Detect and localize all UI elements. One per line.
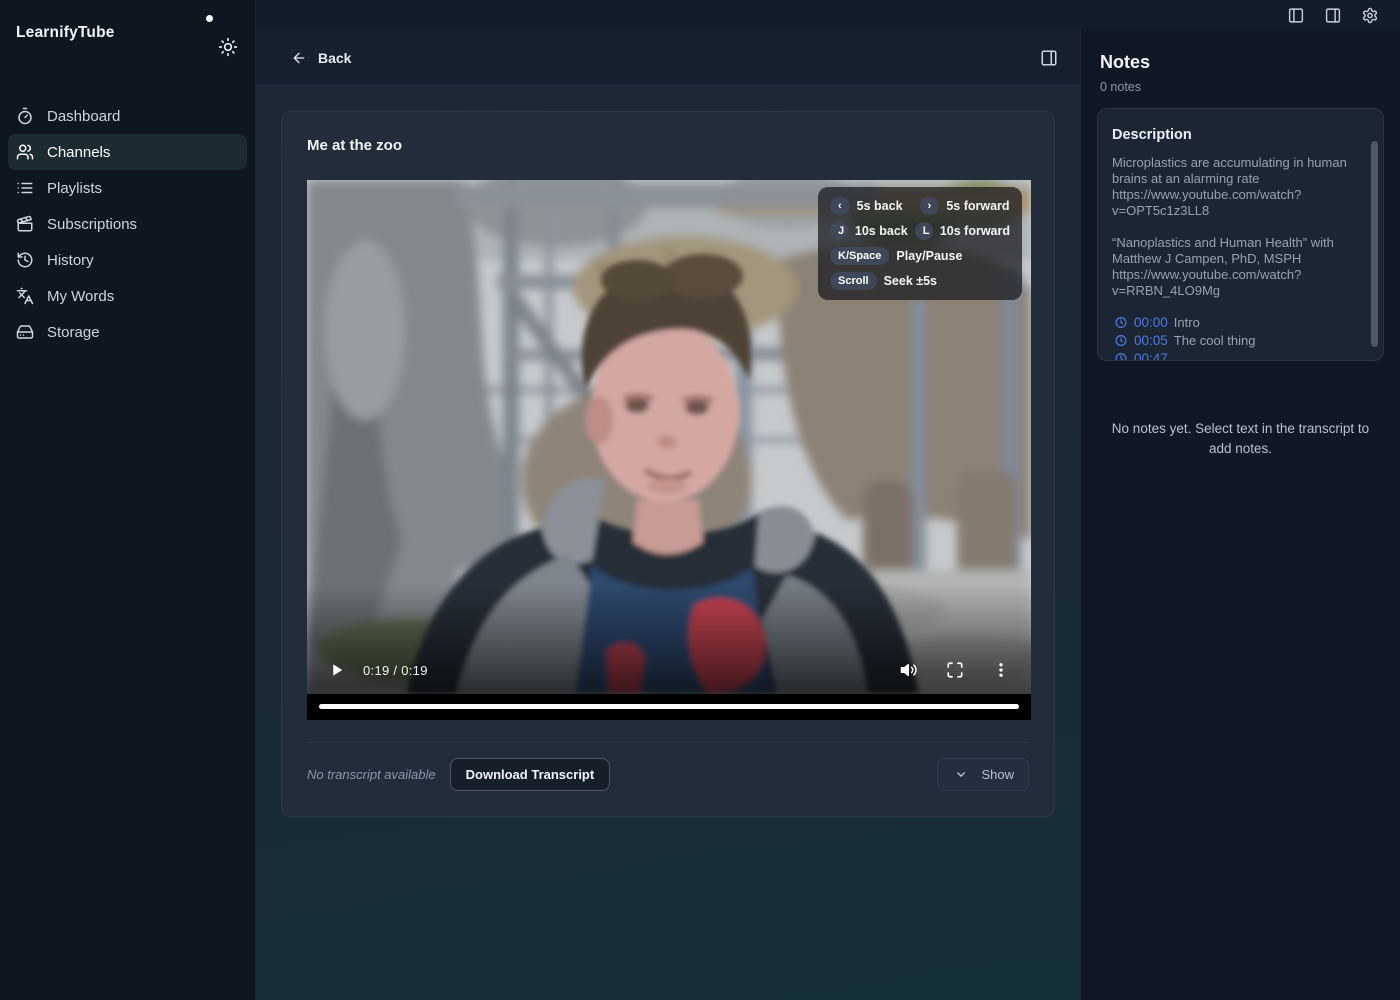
languages-icon — [16, 287, 34, 305]
video-card: Me at the zoo — [281, 111, 1055, 817]
sidebar-item-label: History — [47, 252, 94, 269]
shortcut-row: Scroll Seek ±5s — [830, 272, 1010, 290]
key-k-space: K/Space — [830, 247, 889, 265]
chapter-row: 00:05 The cool thing — [1112, 333, 1359, 348]
download-transcript-button[interactable]: Download Transcript — [450, 758, 611, 791]
sidebar: LearnifyTube Dashboard Channels Playlist… — [0, 0, 256, 1000]
users-icon — [16, 143, 34, 161]
top-toolbar — [256, 0, 1400, 30]
volume-icon[interactable] — [900, 661, 918, 679]
notes-title: Notes — [1100, 52, 1384, 73]
sidebar-item-label: Storage — [47, 324, 100, 341]
video-title: Me at the zoo — [307, 137, 1029, 154]
back-toolbar: Back — [256, 30, 1080, 86]
hard-drive-icon — [16, 323, 34, 341]
description-heading: Description — [1112, 127, 1359, 143]
arrow-left-icon — [290, 50, 308, 66]
chevron-down-icon — [952, 768, 970, 781]
app-root: LearnifyTube Dashboard Channels Playlist… — [0, 0, 1400, 1000]
sidebar-item-label: Playlists — [47, 180, 102, 197]
app-logo: LearnifyTube — [16, 24, 247, 42]
sidebar-item-dashboard[interactable]: Dashboard — [8, 98, 247, 134]
toggle-notes-panel-icon[interactable] — [1040, 49, 1058, 67]
notes-panel: Notes 0 notes Description Microplastics … — [1080, 30, 1400, 1000]
clock-icon — [1112, 352, 1130, 361]
key-j: J — [830, 222, 848, 240]
clock-icon — [1112, 334, 1130, 347]
chapter-row: 00:00 Intro — [1112, 315, 1359, 330]
shortcuts-overlay: ‹ 5s back › 5s forward J 10s back L 10s — [818, 187, 1022, 300]
more-options-icon[interactable] — [992, 661, 1010, 679]
sidebar-nav: Dashboard Channels Playlists Subscriptio… — [8, 98, 247, 350]
time-display: 0:19 / 0:19 — [363, 663, 428, 678]
description-paragraph: “Nanoplastics and Human Health” with Mat… — [1112, 235, 1359, 299]
key-scroll: Scroll — [830, 272, 877, 290]
sidebar-item-playlists[interactable]: Playlists — [8, 170, 247, 206]
video-player[interactable]: ‹ 5s back › 5s forward J 10s back L 10s — [307, 180, 1031, 720]
key-l: L — [915, 222, 933, 240]
panel-left-icon[interactable] — [1287, 7, 1305, 24]
shortcut-row: ‹ 5s back › 5s forward — [830, 197, 1010, 215]
description-card: Description Microplastics are accumulati… — [1097, 108, 1384, 361]
content-area: Me at the zoo — [256, 86, 1080, 1000]
transcript-status: No transcript available — [307, 767, 436, 782]
theme-toggle-sun-icon[interactable] — [218, 37, 238, 57]
sidebar-item-storage[interactable]: Storage — [8, 314, 247, 350]
description-url: https://www.youtube.com/watch?v=OPT5c1z3… — [1112, 187, 1301, 218]
history-icon — [16, 251, 34, 269]
status-dot — [206, 15, 213, 22]
sidebar-item-label: Channels — [47, 144, 110, 161]
timer-icon — [16, 107, 34, 125]
fullscreen-icon[interactable] — [946, 661, 964, 679]
sidebar-item-label: My Words — [47, 288, 114, 305]
show-transcript-button[interactable]: Show — [937, 758, 1029, 791]
sidebar-item-subscriptions[interactable]: Subscriptions — [8, 206, 247, 242]
sidebar-item-label: Subscriptions — [47, 216, 137, 233]
transcript-bar: No transcript available Download Transcr… — [307, 742, 1029, 791]
play-icon[interactable] — [328, 661, 346, 679]
sidebar-item-label: Dashboard — [47, 108, 120, 125]
clapperboard-icon — [16, 215, 34, 233]
video-controls: 0:19 / 0:19 — [307, 646, 1031, 694]
main-shell: Back Me at the zoo — [256, 0, 1400, 1000]
gear-icon[interactable] — [1361, 7, 1379, 24]
chapter-row: 00:47 — [1112, 351, 1359, 361]
shortcut-row: J 10s back L 10s forward — [830, 222, 1010, 240]
list-icon — [16, 179, 34, 197]
sidebar-item-history[interactable]: History — [8, 242, 247, 278]
progress-bar[interactable] — [319, 704, 1019, 709]
sidebar-item-channels[interactable]: Channels — [8, 134, 247, 170]
chapter-timestamp[interactable]: 00:05 — [1134, 333, 1168, 348]
panel-right-icon[interactable] — [1324, 7, 1342, 24]
notes-empty-state: No notes yet. Select text in the transcr… — [1097, 419, 1384, 459]
sidebar-item-my-words[interactable]: My Words — [8, 278, 247, 314]
main-column: Back Me at the zoo — [256, 30, 1080, 1000]
description-scrollbar[interactable] — [1371, 141, 1378, 347]
shortcut-row: K/Space Play/Pause — [830, 247, 1010, 265]
clock-icon — [1112, 316, 1130, 329]
back-button[interactable]: Back — [290, 50, 351, 66]
chapter-timestamp[interactable]: 00:00 — [1134, 315, 1168, 330]
description-paragraph: Microplastics are accumulating in human … — [1112, 155, 1359, 219]
key-chevron-right: › — [920, 197, 940, 215]
chapter-timestamp[interactable]: 00:47 — [1134, 351, 1168, 361]
notes-count: 0 notes — [1100, 80, 1384, 94]
description-url: https://www.youtube.com/watch?v=RRBN_4LO… — [1112, 267, 1301, 298]
back-label: Back — [318, 50, 351, 66]
chapter-label: Intro — [1174, 315, 1200, 330]
chapter-label: The cool thing — [1174, 333, 1256, 348]
key-chevron-left: ‹ — [830, 197, 850, 215]
